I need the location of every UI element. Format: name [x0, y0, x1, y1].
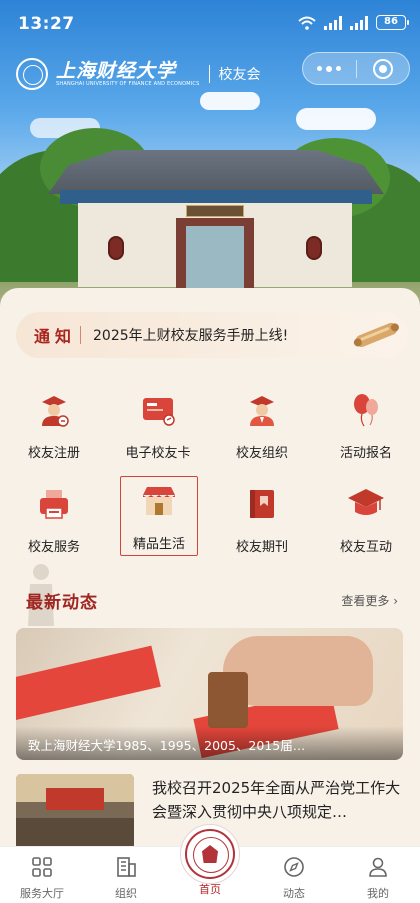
grid-item-event-signup[interactable]: 活动报名	[318, 380, 414, 472]
news-item-title: 我校召开2025年全面从严治党工作大会暨深入贯彻中央八项规定…	[152, 779, 401, 821]
logo-name-cn: 上海财经大学	[56, 59, 177, 82]
university-seal-icon	[16, 58, 48, 90]
wifi-icon	[298, 16, 316, 30]
grid-item-label: 校友期刊	[235, 540, 288, 555]
tab-news[interactable]: 动态	[252, 847, 336, 903]
gate-roof	[48, 150, 384, 194]
scroll-icon	[353, 322, 399, 347]
target-icon	[372, 58, 393, 79]
gate-window-left	[108, 236, 124, 260]
grid-item-label: 电子校友卡	[125, 446, 191, 461]
notice-tag: 通知	[34, 327, 77, 346]
user-icon	[369, 857, 387, 877]
grid-item-label: 精品生活	[132, 537, 185, 552]
gate-eave	[60, 190, 372, 204]
grid-item-label: 校友注册	[27, 446, 80, 461]
id-card-icon	[143, 398, 175, 426]
calligraphy-paper	[16, 645, 161, 721]
tab-label: 动态	[283, 887, 305, 900]
notice-bar[interactable]: 通知 2025年上财校友服务手册上线!	[16, 312, 408, 358]
logo-divider	[208, 65, 210, 83]
gate-arch-view	[186, 226, 244, 288]
balloon-icon	[354, 394, 378, 427]
cloud	[296, 108, 376, 130]
status-time: 13:27	[18, 14, 75, 34]
view-more-link[interactable]: 查看更多 ›	[341, 592, 398, 609]
seal-stamp-image	[208, 672, 248, 728]
building-icon	[117, 857, 136, 877]
signal-icon	[350, 15, 368, 30]
grid-item-alumni-org[interactable]: 校友组织	[214, 380, 310, 472]
grid-apps-icon	[32, 857, 52, 877]
logo-subtitle: 校友会	[218, 67, 261, 83]
battery-icon: 86	[376, 15, 409, 30]
miniprogram-capsule	[302, 52, 410, 85]
tab-label: 组织	[115, 887, 137, 900]
more-dot-icon	[336, 66, 342, 71]
tab-label: 服务大厅	[20, 887, 64, 900]
tab-service-hall[interactable]: 服务大厅	[0, 847, 84, 903]
logo-name-en: SHANGHAI UNIVERSITY OF FINANCE AND ECONO…	[56, 80, 200, 87]
grid-item-label: 活动报名	[339, 446, 392, 461]
news-thumbnail	[16, 774, 134, 850]
tab-organization[interactable]: 组织	[84, 847, 168, 903]
view-more-label: 查看更多	[341, 594, 390, 608]
hero-banner[interactable]: 13:27 86 上海财经大学 SHANGHAI UNIVERSITY OF F…	[0, 0, 420, 312]
notice-divider	[80, 326, 82, 344]
more-dot-icon	[326, 65, 333, 72]
university-logo: 上海财经大学 SHANGHAI UNIVERSITY OF FINANCE AN…	[16, 58, 261, 90]
grid-item-alumni-register[interactable]: 校友注册	[6, 380, 102, 472]
gate-window-right	[306, 236, 322, 260]
grid-item-alumni-service[interactable]: 校友服务	[6, 474, 102, 566]
graduation-cap-icon	[348, 489, 384, 515]
cloud	[200, 92, 260, 110]
chevron-right-icon: ›	[393, 594, 398, 608]
grid-item-premium-life[interactable]: 精品生活	[120, 476, 198, 556]
main-content: 通知 2025年上财校友服务手册上线! 校友注册 电子校友卡 校友组织 活动报名…	[0, 288, 420, 850]
notice-text: 2025年上财校友服务手册上线!	[93, 328, 289, 344]
grid-item-alumni-card[interactable]: 电子校友卡	[110, 380, 206, 472]
university-emblem-icon	[185, 829, 235, 879]
tab-profile[interactable]: 我的	[336, 847, 420, 903]
grid-item-alumni-interaction[interactable]: 校友互动	[318, 474, 414, 566]
status-icons: 86	[298, 15, 409, 30]
compass-icon	[284, 857, 304, 877]
graduate-icon	[250, 396, 274, 426]
printer-service-icon	[40, 490, 68, 519]
stage-banner	[46, 788, 104, 810]
grid-item-label: 校友服务	[27, 540, 80, 555]
status-bar: 13:27 86	[0, 0, 420, 50]
grid-item-label: 校友互动	[339, 540, 392, 555]
home-emblem-button[interactable]	[180, 824, 240, 884]
graduate-register-icon	[42, 396, 69, 427]
more-dot-icon	[317, 66, 323, 71]
close-miniprogram-button[interactable]	[356, 53, 409, 84]
featured-news-caption: 致上海财经大学1985、1995、2005、2015届…	[16, 726, 403, 760]
news-section-title: 最新动态	[26, 593, 98, 613]
signal-icon	[324, 15, 342, 30]
more-menu-button[interactable]	[303, 53, 356, 84]
featured-news-card[interactable]: 致上海财经大学1985、1995、2005、2015届…	[16, 628, 403, 760]
book-icon	[250, 490, 274, 518]
tab-label: 我的	[367, 887, 389, 900]
shop-icon	[143, 487, 175, 515]
grid-item-label: 校友组织	[235, 446, 288, 461]
gate-plaque	[186, 205, 244, 217]
logo-text: 上海财经大学 SHANGHAI UNIVERSITY OF FINANCE AN…	[56, 61, 200, 88]
grid-item-alumni-journal[interactable]: 校友期刊	[214, 474, 310, 566]
